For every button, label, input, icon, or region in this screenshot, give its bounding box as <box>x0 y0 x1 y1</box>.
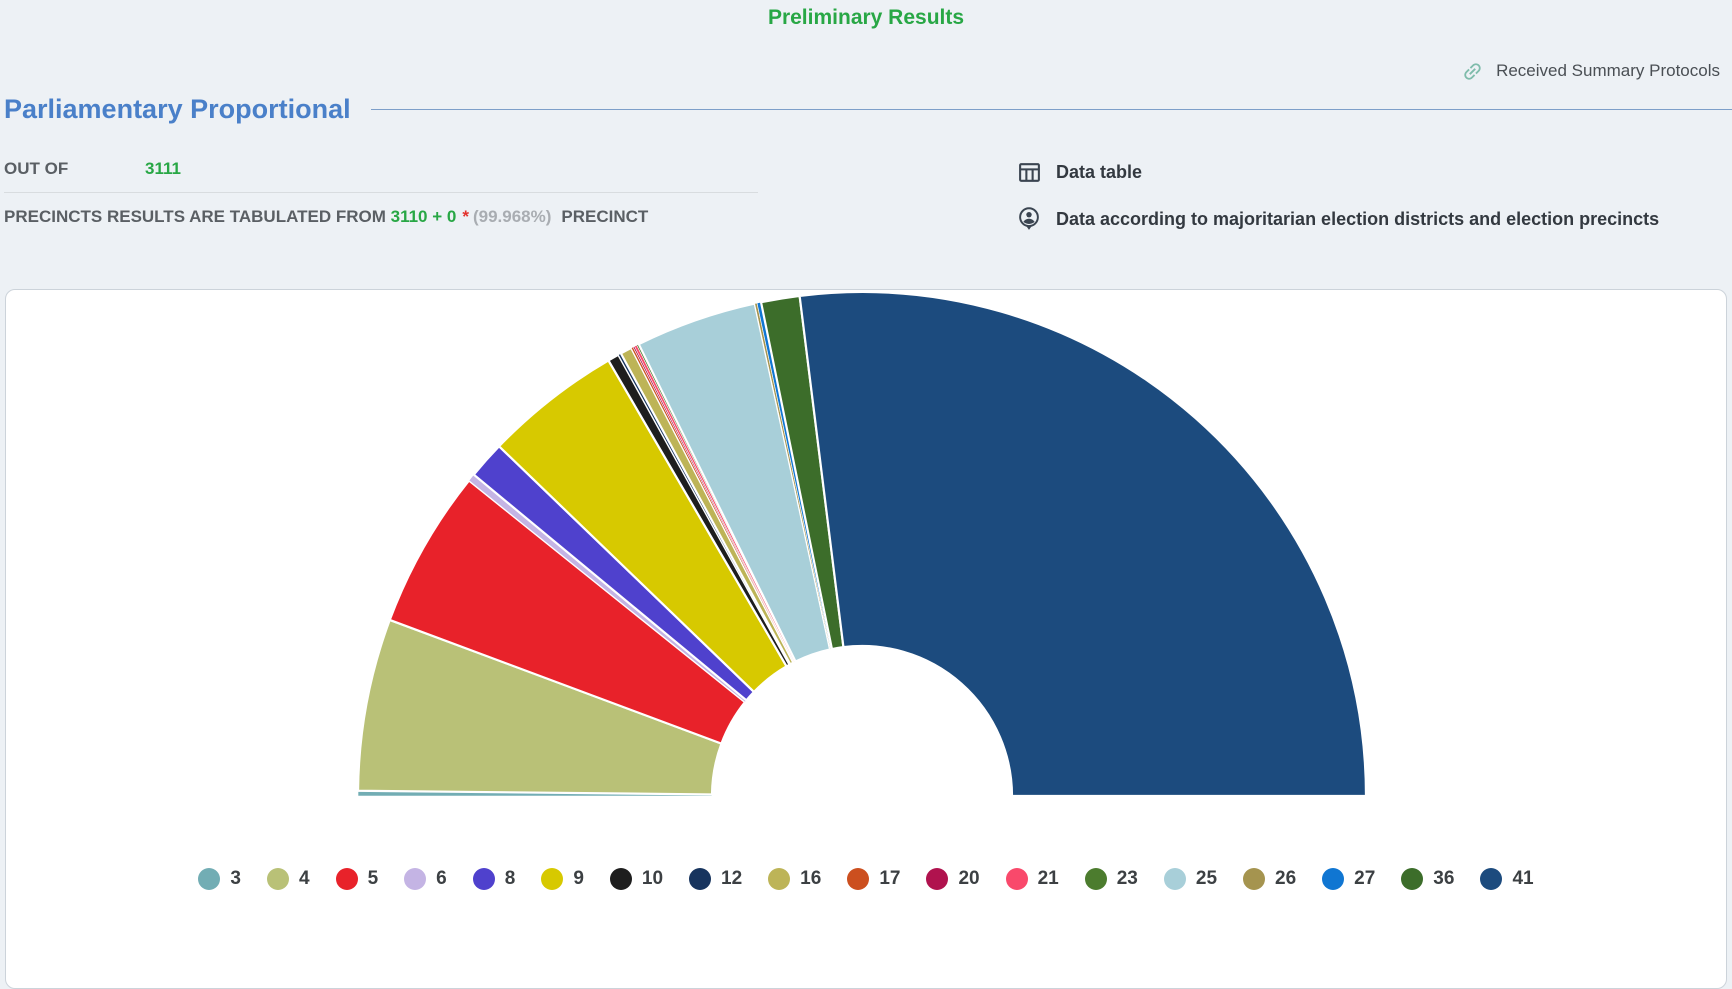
out-of-row: OUT OF3111 <box>4 159 758 179</box>
legend-dot-icon <box>473 868 495 890</box>
legend-item-17[interactable]: 17 <box>847 868 900 890</box>
legend-item-26[interactable]: 26 <box>1243 868 1296 890</box>
legend-label: 26 <box>1275 868 1296 890</box>
legend-label: 27 <box>1354 868 1375 890</box>
precincts-stats: OUT OF3111 PRECINCTS RESULTS ARE TABULAT… <box>4 159 758 227</box>
legend-dot-icon <box>1006 868 1028 890</box>
legend-item-3[interactable]: 3 <box>198 868 241 890</box>
legend-dot-icon <box>610 868 632 890</box>
chart-legend: 3 4 5 6 8 9 10 12 16 17 20 21 23 25 26 27 36 41 <box>6 868 1726 890</box>
legend-label: 41 <box>1512 868 1533 890</box>
results-halfdonut <box>6 290 1726 804</box>
legend-dot-icon <box>768 868 790 890</box>
legend-item-12[interactable]: 12 <box>689 868 742 890</box>
legend-label: 3 <box>230 868 241 890</box>
view-options: Data table Data according to majoritaria… <box>1016 159 1728 232</box>
legend-dot-icon <box>847 868 869 890</box>
legend-label: 23 <box>1117 868 1138 890</box>
legend-dot-icon <box>336 868 358 890</box>
legend-label: 9 <box>573 868 584 890</box>
table-icon <box>1016 159 1042 185</box>
legend-item-6[interactable]: 6 <box>404 868 447 890</box>
received-protocols-label: Received Summary Protocols <box>1496 61 1720 81</box>
legend-dot-icon <box>541 868 563 890</box>
legend-item-27[interactable]: 27 <box>1322 868 1375 890</box>
tabulated-suffix: PRECINCT <box>561 207 648 226</box>
legend-dot-icon <box>1480 868 1502 890</box>
out-of-value: 3111 <box>145 159 181 178</box>
legend-dot-icon <box>267 868 289 890</box>
legend-item-23[interactable]: 23 <box>1085 868 1138 890</box>
legend-label: 17 <box>879 868 900 890</box>
legend-dot-icon <box>1164 868 1186 890</box>
legend-label: 25 <box>1196 868 1217 890</box>
legend-item-16[interactable]: 16 <box>768 868 821 890</box>
legend-label: 16 <box>800 868 821 890</box>
legend-item-10[interactable]: 10 <box>610 868 663 890</box>
page-title: Preliminary Results <box>0 0 1732 30</box>
legend-item-8[interactable]: 8 <box>473 868 516 890</box>
received-protocols-link[interactable]: Received Summary Protocols <box>0 58 1720 84</box>
legend-dot-icon <box>689 868 711 890</box>
legend-label: 21 <box>1038 868 1059 890</box>
section-title: Parliamentary Proportional <box>4 94 351 125</box>
data-table-label: Data table <box>1056 162 1142 183</box>
legend-item-20[interactable]: 20 <box>926 868 979 890</box>
majoritarian-data-label: Data according to majoritarian election … <box>1056 209 1659 230</box>
legend-label: 8 <box>505 868 516 890</box>
legend-item-21[interactable]: 21 <box>1006 868 1059 890</box>
legend-item-4[interactable]: 4 <box>267 868 310 890</box>
tabulated-asterisk: * <box>462 207 469 226</box>
link-icon <box>1459 58 1485 84</box>
legend-label: 6 <box>436 868 447 890</box>
legend-dot-icon <box>404 868 426 890</box>
tabulated-value: 3110 + 0 <box>391 207 457 226</box>
legend-label: 5 <box>368 868 379 890</box>
legend-item-36[interactable]: 36 <box>1401 868 1454 890</box>
legend-label: 12 <box>721 868 742 890</box>
legend-dot-icon <box>1085 868 1107 890</box>
chart-segment-41[interactable] <box>800 292 1366 796</box>
legend-label: 10 <box>642 868 663 890</box>
tabulated-row: PRECINCTS RESULTS ARE TABULATED FROM 311… <box>4 207 758 227</box>
person-pin-icon <box>1016 206 1042 232</box>
legend-label: 20 <box>958 868 979 890</box>
tabulated-percent: (99.968%) <box>473 207 551 226</box>
stats-divider <box>4 192 758 193</box>
tabulated-prefix: PRECINCTS RESULTS ARE TABULATED FROM <box>4 207 386 226</box>
stats-and-actions: OUT OF3111 PRECINCTS RESULTS ARE TABULAT… <box>4 159 1728 232</box>
legend-item-9[interactable]: 9 <box>541 868 584 890</box>
results-chart-card: 3 4 5 6 8 9 10 12 16 17 20 21 23 25 26 27 36 41 <box>5 289 1727 989</box>
out-of-label: OUT OF <box>4 159 145 179</box>
legend-dot-icon <box>1401 868 1423 890</box>
legend-dot-icon <box>926 868 948 890</box>
legend-item-5[interactable]: 5 <box>336 868 379 890</box>
legend-label: 4 <box>299 868 310 890</box>
legend-item-41[interactable]: 41 <box>1480 868 1533 890</box>
legend-dot-icon <box>198 868 220 890</box>
legend-dot-icon <box>1322 868 1344 890</box>
majoritarian-data-button[interactable]: Data according to majoritarian election … <box>1016 206 1728 232</box>
legend-item-25[interactable]: 25 <box>1164 868 1217 890</box>
section-header: Parliamentary Proportional <box>4 94 1732 125</box>
data-table-button[interactable]: Data table <box>1016 159 1728 185</box>
legend-dot-icon <box>1243 868 1265 890</box>
legend-label: 36 <box>1433 868 1454 890</box>
section-rule-divider <box>371 109 1732 110</box>
